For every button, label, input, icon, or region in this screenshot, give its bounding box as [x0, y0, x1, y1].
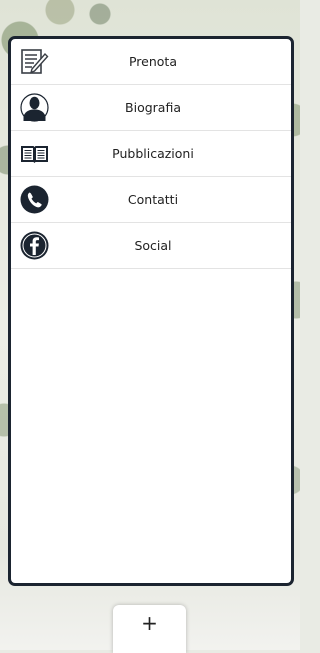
menu-item-social[interactable]: Social [11, 223, 291, 269]
menu-list: Prenota Biografia Pubblicazioni Contatti… [11, 39, 291, 269]
menu-item-label: Pubblicazioni [112, 146, 194, 161]
menu-item-biografia[interactable]: Biografia [11, 85, 291, 131]
menu-item-pubblicazioni[interactable]: Pubblicazioni [11, 131, 291, 177]
menu-item-prenota[interactable]: Prenota [11, 39, 291, 85]
add-button[interactable]: + [113, 605, 186, 653]
open-book-icon [20, 139, 49, 168]
menu-item-contatti[interactable]: Contatti [11, 177, 291, 223]
menu-item-label: Biografia [125, 100, 181, 115]
phone-icon [20, 185, 49, 214]
person-icon [20, 93, 49, 122]
plus-icon: + [141, 611, 158, 635]
menu-item-label: Prenota [128, 54, 177, 69]
menu-panel: Prenota Biografia Pubblicazioni Contatti… [8, 36, 294, 586]
menu-item-label: Contatti [127, 192, 179, 207]
facebook-icon [20, 231, 49, 260]
menu-item-label: Social [134, 238, 172, 253]
booking-form-icon [20, 47, 49, 76]
